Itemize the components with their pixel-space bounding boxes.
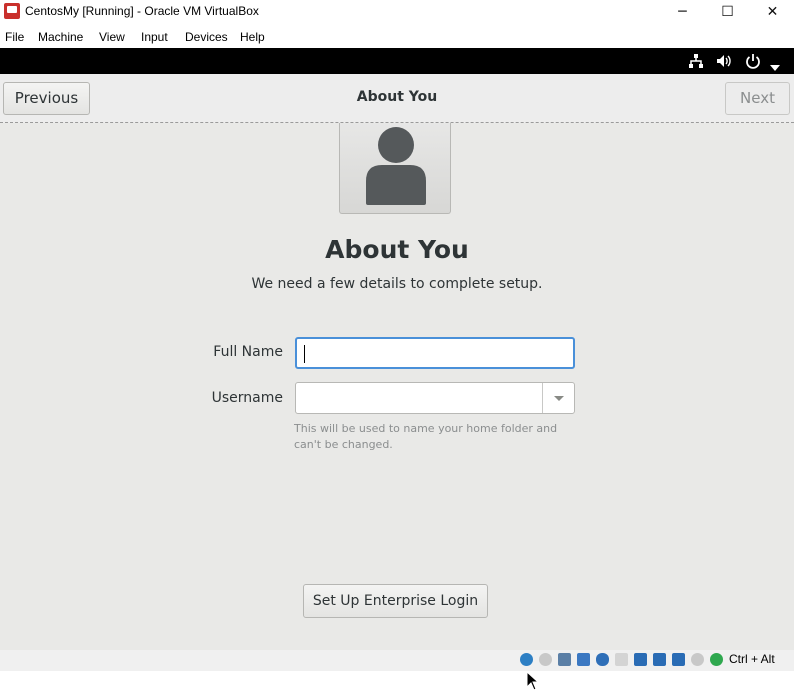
close-button[interactable]: ✕ bbox=[750, 0, 794, 24]
menu-devices[interactable]: Devices bbox=[185, 30, 228, 44]
username-label: Username bbox=[211, 390, 283, 406]
menu-help[interactable]: Help bbox=[240, 30, 265, 44]
header-title: About You bbox=[356, 89, 438, 105]
maximize-button[interactable]: ☐ bbox=[705, 0, 750, 24]
text-caret bbox=[304, 345, 305, 363]
username-dropdown-button[interactable] bbox=[542, 383, 574, 413]
menu-input[interactable]: Input bbox=[141, 30, 168, 44]
optical-drive-icon[interactable] bbox=[539, 653, 552, 666]
audio-icon[interactable] bbox=[558, 653, 571, 666]
menubar: File Machine View Input Devices Help bbox=[0, 27, 794, 47]
hard-disk-icon[interactable] bbox=[520, 653, 533, 666]
page-subtitle: We need a few details to complete setup. bbox=[251, 276, 543, 292]
network-icon[interactable] bbox=[688, 53, 704, 73]
mouse-integration-icon[interactable] bbox=[710, 653, 723, 666]
window-titlebar: CentosMy [Running] - Oracle VM VirtualBo… bbox=[0, 0, 794, 24]
enterprise-login-button[interactable]: Set Up Enterprise Login bbox=[303, 584, 488, 618]
virtualization-icon[interactable] bbox=[691, 653, 704, 666]
minimize-button[interactable]: ─ bbox=[660, 0, 705, 24]
username-hint: This will be used to name your home fold… bbox=[294, 422, 558, 451]
network-adapter-icon[interactable] bbox=[577, 653, 590, 666]
user-silhouette-icon bbox=[366, 127, 426, 205]
page-heading: About You bbox=[325, 235, 469, 264]
shared-folders-icon[interactable] bbox=[615, 653, 628, 666]
window-title: CentosMy [Running] - Oracle VM VirtualBo… bbox=[25, 4, 259, 18]
menu-view[interactable]: View bbox=[99, 30, 125, 44]
video-capture-icon[interactable] bbox=[653, 653, 666, 666]
host-key-label: Ctrl + Alt bbox=[729, 652, 775, 666]
setup-header: Previous About You Next bbox=[0, 74, 794, 123]
statusbar: Ctrl + Alt bbox=[0, 650, 794, 671]
menu-file[interactable]: File bbox=[5, 30, 24, 44]
volume-icon[interactable] bbox=[716, 53, 732, 73]
full-name-label: Full Name bbox=[213, 344, 283, 360]
menu-machine[interactable]: Machine bbox=[38, 30, 83, 44]
guest-topbar bbox=[0, 48, 794, 74]
dropdown-arrow-icon bbox=[554, 396, 564, 401]
mouse-pointer-icon bbox=[526, 671, 540, 691]
usb-icon[interactable] bbox=[596, 653, 609, 666]
display-icon[interactable] bbox=[634, 653, 647, 666]
full-name-field[interactable] bbox=[295, 337, 575, 369]
username-combo[interactable] bbox=[295, 382, 575, 414]
power-icon[interactable] bbox=[745, 53, 761, 73]
next-button[interactable]: Next bbox=[725, 82, 790, 115]
virtualbox-app-icon bbox=[4, 3, 20, 19]
main-content: About You We need a few details to compl… bbox=[0, 123, 794, 691]
recording-icon[interactable] bbox=[672, 653, 685, 666]
avatar-button[interactable] bbox=[339, 123, 451, 214]
